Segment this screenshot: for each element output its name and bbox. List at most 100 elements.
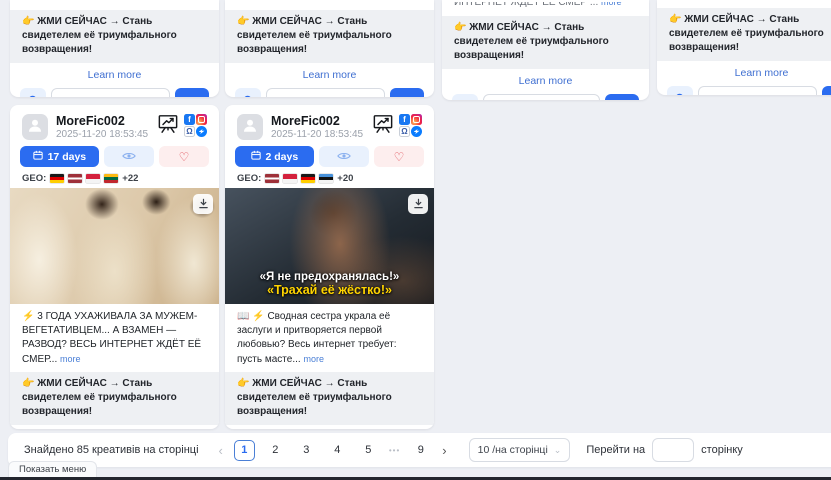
flag-estonia-icon — [319, 174, 333, 183]
learn-more-link[interactable]: Learn more — [10, 63, 219, 86]
calendar-icon — [33, 150, 43, 163]
open-url-button[interactable]: → — [175, 88, 209, 97]
chevron-down-icon: ⌄ — [554, 445, 562, 456]
flag-germany-icon — [50, 174, 64, 183]
search-icon — [675, 92, 686, 96]
open-url-button[interactable]: → — [822, 86, 831, 95]
favorite-button[interactable]: ♡ — [159, 146, 209, 167]
landing-url-input[interactable] — [698, 86, 817, 95]
prev-page-button[interactable]: ‹ — [213, 443, 229, 458]
ad-card-1: MoreFic002 2025-11-20 18:53:45 f Ω 17 da… — [10, 105, 219, 429]
search-button[interactable] — [452, 94, 478, 100]
analytics-icon[interactable] — [372, 114, 394, 139]
more-link[interactable]: more — [303, 354, 324, 364]
ad-datetime: 2025-11-20 18:53:45 — [56, 129, 149, 140]
page-1[interactable]: 1 — [234, 440, 255, 461]
page-size-select[interactable]: 10 /на сторінці ⌄ — [469, 438, 571, 462]
learn-more-link[interactable]: Learn more — [10, 425, 219, 429]
ad-body-text: ⚡ 3 ГОДА УХАЖИВАЛА ЗА МУЖЕМ-ВЕГЕТАТИВЦЕМ… — [10, 304, 219, 372]
learn-more-link[interactable]: Learn more — [442, 69, 649, 92]
avatar — [237, 114, 263, 140]
open-url-button[interactable]: → — [390, 88, 424, 97]
ad-creative-image[interactable]: «Я не предохранялась!» «Трахай её жёстко… — [225, 188, 434, 304]
geo-label: GEO: — [22, 173, 46, 184]
person-icon — [241, 116, 259, 139]
more-link[interactable]: more — [601, 2, 622, 7]
cta-text: 👉 ЖМИ СЕЙЧАС → Стань свидетелем её триум… — [225, 372, 434, 425]
download-icon — [198, 197, 209, 212]
advertiser-name: MoreFic002 — [56, 114, 149, 128]
ad-creative-image[interactable] — [10, 188, 219, 304]
learn-more-link[interactable]: Learn more — [225, 425, 434, 429]
flag-red-white-icon — [283, 174, 297, 183]
active-days-button[interactable]: 17 days — [20, 146, 99, 167]
platform-icons: f Ω — [399, 114, 422, 137]
page-2[interactable]: 2 — [265, 440, 286, 461]
audience-network-icon: Ω — [399, 126, 410, 137]
instagram-icon — [196, 114, 207, 125]
eye-icon — [337, 149, 351, 164]
next-page-button[interactable]: › — [436, 443, 452, 458]
landing-url-input[interactable] — [483, 94, 600, 100]
page-5[interactable]: 5 — [358, 440, 379, 461]
show-menu-tab[interactable]: Показать меню — [8, 461, 97, 477]
search-icon — [28, 94, 39, 98]
image-caption: «Я не предохранялась!» «Трахай её жёстко… — [225, 271, 434, 297]
eye-icon — [122, 149, 136, 164]
facebook-icon: f — [399, 114, 410, 125]
download-image-button[interactable] — [193, 194, 213, 214]
favorite-button[interactable]: ♡ — [374, 146, 424, 167]
facebook-icon: f — [184, 114, 195, 125]
flag-germany-icon — [301, 174, 315, 183]
calendar-icon — [251, 150, 261, 163]
download-image-button[interactable] — [408, 194, 428, 214]
page-9[interactable]: 9 — [410, 440, 431, 461]
goto-label: Перейти на — [586, 444, 645, 456]
ad-card-partial-2: 👉 ЖМИ СЕЙЧАС → Стань свидетелем её триум… — [225, 0, 434, 97]
avatar — [22, 114, 48, 140]
analytics-icon[interactable] — [157, 114, 179, 139]
arrow-right-icon: → — [186, 94, 198, 97]
views-button[interactable] — [104, 146, 154, 167]
arrow-right-icon: → — [401, 94, 413, 97]
ad-card-partial-1: 👉 ЖМИ СЕЙЧАС → Стань свидетелем её триум… — [10, 0, 219, 97]
learn-more-link[interactable]: Learn more — [225, 63, 434, 86]
advertiser-name: MoreFic002 — [271, 114, 364, 128]
page-3[interactable]: 3 — [296, 440, 317, 461]
geo-more-count: +20 — [337, 173, 353, 184]
landing-url-input[interactable] — [266, 88, 385, 97]
search-button[interactable] — [20, 88, 46, 97]
geo-more-count: +22 — [122, 173, 138, 184]
more-link[interactable]: more — [60, 354, 81, 364]
pagination-bar: Знайдено 85 креативів на сторінці ‹ 1 2 … — [8, 433, 831, 467]
page-4[interactable]: 4 — [327, 440, 348, 461]
pages-ellipsis[interactable]: ••• — [389, 446, 400, 455]
search-button[interactable] — [667, 86, 693, 95]
landing-url-input[interactable] — [51, 88, 170, 97]
learn-more-link[interactable]: Learn more — [657, 61, 831, 84]
cta-text: 👉 ЖМИ СЕЙЧАС → Стань свидетелем её триум… — [442, 16, 649, 69]
ad-card-2: MoreFic002 2025-11-20 18:53:45 f Ω 2 day… — [225, 105, 434, 429]
audience-network-icon: Ω — [184, 126, 195, 137]
ad-body-text: 📖 ⚡ Сводная сестра украла её заслуги и п… — [225, 304, 434, 372]
cta-text: 👉 ЖМИ СЕЙЧАС → Стань свидетелем её триум… — [10, 372, 219, 425]
heart-icon: ♡ — [394, 151, 405, 163]
ad-card-partial-4: 👉 ЖМИ СЕЙЧАС → Стань свидетелем её триум… — [657, 0, 831, 95]
open-url-button[interactable]: → — [605, 94, 639, 100]
active-days-button[interactable]: 2 days — [235, 146, 314, 167]
views-button[interactable] — [319, 146, 369, 167]
results-count: Знайдено 85 креативів на сторінці — [24, 444, 199, 456]
geo-label: GEO: — [237, 173, 261, 184]
search-icon — [460, 100, 471, 101]
goto-page-input[interactable] — [652, 438, 694, 462]
person-icon — [26, 116, 44, 139]
search-icon — [243, 94, 254, 98]
flag-lithuania-icon — [104, 174, 118, 183]
cta-text: 👉 ЖМИ СЕЙЧАС → Стань свидетелем её триум… — [657, 8, 831, 61]
search-button[interactable] — [235, 88, 261, 97]
ad-card-partial-3: ИНТЕРНЕТ ЖДЁТ ЕЁ СМЕР ... more 👉 ЖМИ СЕЙ… — [442, 0, 649, 100]
messenger-icon — [411, 126, 422, 137]
cta-text: 👉 ЖМИ СЕЙЧАС → Стань свидетелем её триум… — [10, 10, 219, 63]
messenger-icon — [196, 126, 207, 137]
instagram-icon — [411, 114, 422, 125]
